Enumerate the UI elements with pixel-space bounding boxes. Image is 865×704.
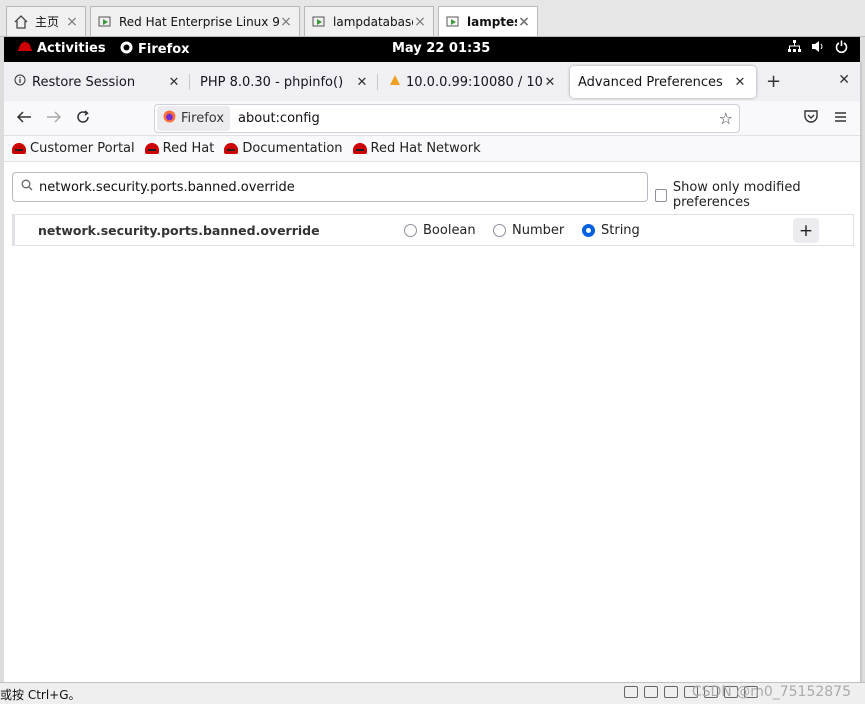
redhat-logo-icon (144, 143, 159, 154)
search-icon (21, 179, 33, 195)
clock[interactable]: May 22 01:35 (392, 41, 490, 56)
volume-icon (811, 40, 825, 57)
vm-tab-label: lampdatabase (333, 14, 413, 29)
info-icon (14, 74, 26, 90)
power-icon (835, 40, 848, 57)
system-menu[interactable] (788, 40, 848, 57)
activities-label: Activities (37, 41, 106, 56)
close-icon[interactable]: × (413, 14, 427, 30)
type-radio-string[interactable]: String (582, 223, 640, 238)
close-icon[interactable]: ✕ (166, 75, 182, 90)
radio-label: String (601, 223, 640, 238)
redhat-logo-icon (18, 41, 32, 56)
about-config-page: Show only modified preferences network.s… (4, 162, 860, 682)
tab-phpmyadmin[interactable]: 10.0.0.99:10080 / 10.0.0.2 ✕ (380, 66, 566, 98)
identity-label: Firefox (181, 111, 225, 126)
home-icon (13, 14, 29, 30)
vm-icon (97, 14, 113, 30)
vm-tab-label: lamptest (467, 14, 517, 29)
close-icon[interactable]: × (65, 14, 79, 30)
bookmark-red-hat-network[interactable]: Red Hat Network (352, 141, 481, 156)
browser-tab-strip: Restore Session ✕ PHP 8.0.30 - phpinfo()… (4, 62, 860, 101)
pocket-icon[interactable] (804, 109, 818, 127)
activities-button[interactable]: Activities (18, 41, 106, 56)
tab-restore-session[interactable]: Restore Session ✕ (6, 66, 190, 98)
firefox-icon (120, 41, 133, 58)
vm-tab-strip: 主页 × Red Hat Enterprise Linux 9 64 位 × l… (0, 0, 865, 37)
app-menu-firefox[interactable]: Firefox (120, 41, 190, 58)
close-icon[interactable]: ✕ (542, 75, 558, 90)
bookmark-label: Red Hat (162, 141, 215, 156)
redhat-logo-icon (224, 143, 239, 154)
bookmark-star-icon[interactable]: ☆ (719, 109, 733, 128)
tab-advanced-preferences[interactable]: Advanced Preferences ✕ (570, 66, 756, 98)
url-bar[interactable]: Firefox about:config ☆ (154, 104, 740, 133)
cd-drive-icon[interactable] (644, 686, 658, 698)
status-hint: 或按 Ctrl+G。 (0, 688, 81, 702)
tab-label: PHP 8.0.30 - phpinfo() (200, 74, 344, 90)
bookmark-documentation[interactable]: Documentation (224, 141, 343, 156)
network-adapter-icon[interactable] (664, 686, 678, 698)
vm-icon (311, 14, 327, 30)
modified-checkbox-label: Show only modified preferences (672, 180, 801, 210)
tab-label: Advanced Preferences (578, 74, 723, 90)
bookmark-red-hat[interactable]: Red Hat (144, 141, 215, 156)
search-input[interactable] (39, 179, 647, 195)
new-tab-icon[interactable]: + (766, 71, 781, 92)
radio-button[interactable] (493, 224, 506, 237)
redhat-logo-icon (352, 143, 367, 154)
radio-button-selected[interactable] (582, 224, 595, 237)
reload-icon[interactable] (76, 109, 90, 128)
radio-button[interactable] (404, 224, 417, 237)
phpmyadmin-icon (388, 74, 402, 90)
vm-tab-home[interactable]: 主页 × (6, 6, 86, 36)
bookmark-label: Red Hat Network (370, 141, 481, 156)
radio-label: Number (512, 223, 565, 238)
preference-search-box[interactable] (12, 172, 648, 202)
tab-label: 10.0.0.99:10080 / 10.0.0.2 (406, 74, 542, 90)
gnome-top-bar: Activities Firefox May 22 01:35 (4, 37, 860, 62)
add-preference-button[interactable]: + (793, 218, 819, 243)
vm-tab-rhel9[interactable]: Red Hat Enterprise Linux 9 64 位 × (90, 6, 300, 36)
redhat-logo-icon (12, 143, 26, 154)
show-modified-toggle[interactable]: Show only modified preferences (655, 180, 860, 210)
vm-icon (445, 14, 461, 30)
tab-phpinfo[interactable]: PHP 8.0.30 - phpinfo() ✕ (192, 66, 378, 98)
type-radio-boolean[interactable]: Boolean (404, 223, 476, 238)
hard-disk-icon[interactable] (624, 686, 638, 698)
radio-label: Boolean (423, 223, 476, 238)
host-status-bar: 或按 Ctrl+G。 CSDN @m0_75152875 (0, 682, 865, 704)
hamburger-menu-icon[interactable] (834, 109, 847, 127)
watermark: CSDN @m0_75152875 (691, 684, 851, 700)
close-icon[interactable]: ✕ (732, 75, 748, 90)
bookmark-customer-portal[interactable]: Customer Portal (12, 141, 135, 156)
vm-tab-lamptest[interactable]: lamptest × (438, 6, 538, 36)
forward-arrow-icon[interactable] (46, 109, 62, 128)
close-window-icon[interactable]: ✕ (838, 72, 850, 88)
bookmark-label: Customer Portal (30, 141, 135, 156)
close-icon[interactable]: × (517, 14, 531, 30)
preference-row: network.security.ports.banned.override B… (12, 214, 854, 246)
app-name: Firefox (138, 42, 190, 57)
modified-checkbox[interactable] (655, 188, 667, 202)
vm-tab-label: Red Hat Enterprise Linux 9 64 位 (119, 15, 279, 29)
navigation-toolbar: Firefox about:config ☆ (4, 101, 860, 136)
network-icon (788, 40, 801, 57)
back-arrow-icon[interactable] (16, 109, 32, 128)
bookmarks-toolbar: Customer Portal Red Hat Documentation Re… (4, 136, 860, 162)
close-icon[interactable]: × (279, 14, 293, 30)
type-radio-number[interactable]: Number (493, 223, 564, 238)
vm-tab-label: 主页 (35, 15, 60, 29)
tab-label: Restore Session (32, 74, 136, 90)
url-text[interactable]: about:config (238, 111, 719, 126)
preference-name: network.security.ports.banned.override (38, 222, 320, 238)
vm-tab-lampdatabase[interactable]: lampdatabase × (304, 6, 434, 36)
close-icon[interactable]: ✕ (354, 75, 370, 90)
bookmark-label: Documentation (242, 141, 343, 156)
firefox-icon (163, 110, 176, 127)
identity-box[interactable]: Firefox (157, 106, 231, 131)
firefox-window: Restore Session ✕ PHP 8.0.30 - phpinfo()… (4, 62, 862, 682)
